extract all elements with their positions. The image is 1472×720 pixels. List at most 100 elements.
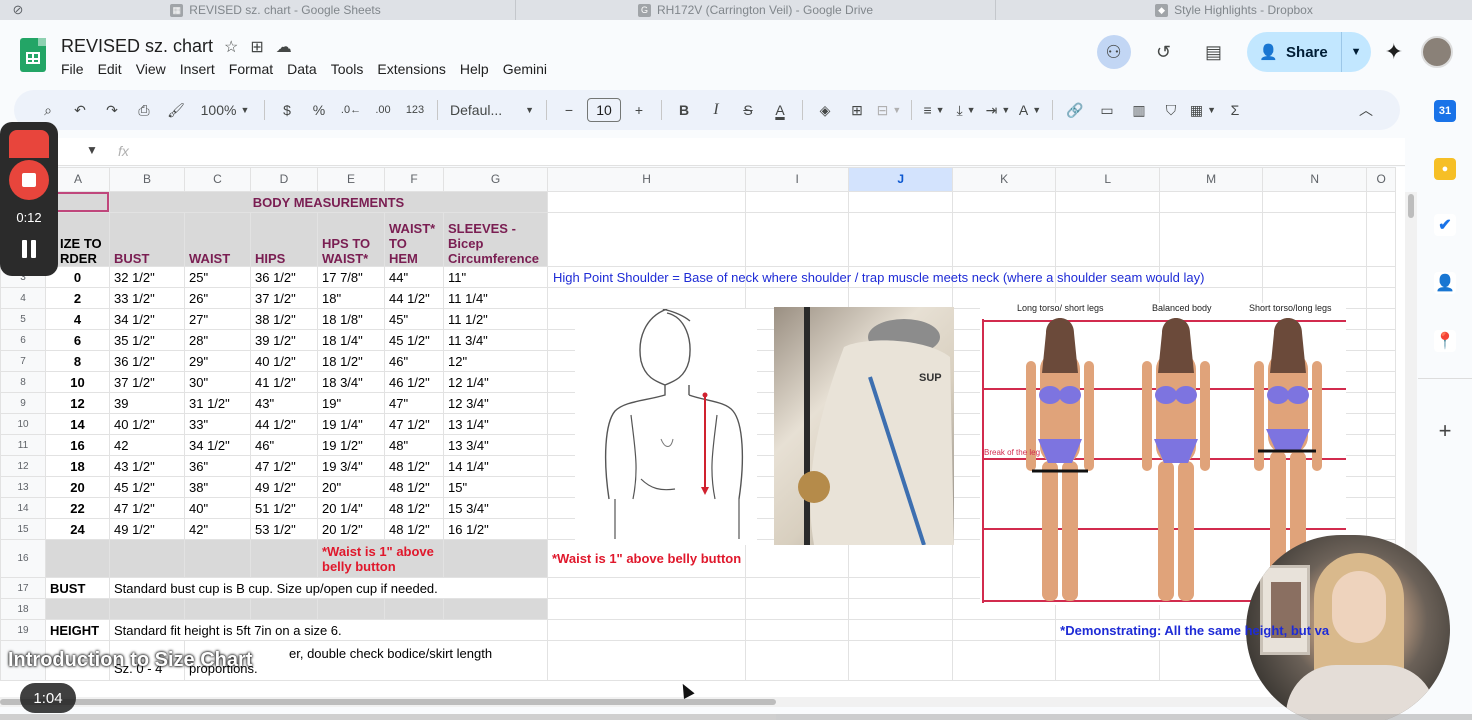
dress-form-photo[interactable]: SUP <box>774 307 954 546</box>
size-cell[interactable]: 2 <box>45 287 110 309</box>
cell[interactable] <box>546 287 747 309</box>
waist-cell[interactable]: 25" <box>184 266 251 288</box>
font-size-increase-icon[interactable]: + <box>623 90 655 130</box>
browser-tab-dropbox[interactable]: ◆ Style Highlights - Dropbox <box>996 0 1472 20</box>
cell[interactable] <box>1366 455 1397 477</box>
gemini-sparkle-icon[interactable]: ✦ <box>1385 39 1403 65</box>
decrease-decimal-button[interactable]: .0← <box>335 90 367 130</box>
height-label-cell[interactable]: HEIGHT <box>45 619 110 641</box>
waist-cell[interactable]: 34 1/2" <box>184 434 251 456</box>
borders-icon[interactable]: ⊞ <box>841 90 873 130</box>
column-header-e[interactable]: E <box>317 167 385 192</box>
bust-label-cell[interactable]: BUST <box>45 577 110 599</box>
column-header-l[interactable]: L <box>1055 167 1161 192</box>
text-color-icon[interactable]: A <box>764 90 796 130</box>
cell[interactable] <box>1262 266 1368 288</box>
hips-cell[interactable]: 47 1/2" <box>250 455 318 477</box>
bust-cell[interactable]: 39 <box>109 392 185 414</box>
cell[interactable] <box>546 619 747 641</box>
cell[interactable] <box>109 539 185 578</box>
cell[interactable] <box>952 640 1057 681</box>
hips-cell[interactable]: 49 1/2" <box>250 476 318 498</box>
cell[interactable] <box>109 598 185 620</box>
font-size-decrease-icon[interactable]: − <box>553 90 585 130</box>
star-icon[interactable]: ☆ <box>224 37 238 57</box>
column-header-k[interactable]: K <box>952 167 1057 192</box>
waist-cell[interactable]: 29" <box>184 350 251 372</box>
cell[interactable] <box>384 598 444 620</box>
menu-view[interactable]: View <box>136 61 166 77</box>
body-measurements-header[interactable]: BODY MEASUREMENTS <box>109 191 548 213</box>
horizontal-scroll-thumb[interactable] <box>0 699 776 705</box>
sheet-grid[interactable]: A B C D E F G H I J K L M N O BODY MEASU… <box>0 167 1405 697</box>
insert-link-icon[interactable]: 🔗 <box>1059 90 1091 130</box>
cell[interactable] <box>1055 212 1161 267</box>
horizontal-scrollbar[interactable] <box>0 697 1405 707</box>
hps-cell[interactable]: 18 1/2" <box>317 350 385 372</box>
cell[interactable] <box>1159 191 1264 213</box>
bust-cell[interactable]: 32 1/2" <box>109 266 185 288</box>
header-hps-to-waist[interactable]: HPS TO WAIST* <box>317 212 385 267</box>
cell[interactable] <box>1055 191 1161 213</box>
column-header-i[interactable]: I <box>745 167 850 192</box>
text-wrapping-icon[interactable]: ⇥ ▼ <box>982 90 1014 130</box>
hps-cell[interactable]: 18 1/8" <box>317 308 385 330</box>
menu-gemini[interactable]: Gemini <box>503 61 547 77</box>
cell[interactable] <box>250 539 318 578</box>
cell[interactable] <box>546 577 747 599</box>
cloud-status-icon[interactable]: ☁ <box>276 37 292 57</box>
hem-cell[interactable]: 44" <box>384 266 444 288</box>
more-formats-button[interactable]: 123 <box>399 90 431 130</box>
hps-cell[interactable]: 18" <box>317 287 385 309</box>
cell[interactable] <box>848 598 954 620</box>
hem-cell[interactable]: 47" <box>384 392 444 414</box>
hps-cell[interactable]: 20 1/4" <box>317 497 385 519</box>
menu-file[interactable]: File <box>61 61 84 77</box>
cell[interactable] <box>1366 371 1397 393</box>
cell[interactable] <box>745 598 850 620</box>
cell[interactable] <box>745 191 850 213</box>
contacts-icon[interactable]: 👤 <box>1434 272 1456 294</box>
cell[interactable] <box>1366 212 1397 267</box>
column-header-n[interactable]: N <box>1262 167 1368 192</box>
filter-icon[interactable]: ⛉ <box>1155 90 1187 130</box>
cell[interactable] <box>848 191 954 213</box>
sleeve-cell[interactable]: 13 1/4" <box>443 413 548 435</box>
cell[interactable] <box>250 598 318 620</box>
pause-icon[interactable] <box>21 240 37 258</box>
sleeve-cell[interactable]: 11 1/4" <box>443 287 548 309</box>
column-header-j[interactable]: J <box>848 167 954 192</box>
cell[interactable] <box>1366 497 1397 519</box>
cell[interactable] <box>546 191 747 213</box>
hips-cell[interactable]: 37 1/2" <box>250 287 318 309</box>
cell[interactable] <box>745 212 850 267</box>
demonstrating-note[interactable]: *Demonstrating: All the same height, but… <box>1055 619 1368 641</box>
hps-note[interactable]: High Point Shoulder = Base of neck where… <box>553 270 1204 285</box>
vertical-align-icon[interactable]: ⤓ ▼ <box>950 90 982 130</box>
size-cell[interactable]: 14 <box>45 413 110 435</box>
column-header-m[interactable]: M <box>1159 167 1264 192</box>
cell[interactable] <box>848 212 954 267</box>
sleeve-cell[interactable]: 11 1/2" <box>443 308 548 330</box>
hem-cell[interactable]: 45" <box>384 308 444 330</box>
cell[interactable] <box>1366 191 1397 213</box>
hips-cell[interactable]: 36 1/2" <box>250 266 318 288</box>
cell[interactable] <box>45 539 110 578</box>
menu-help[interactable]: Help <box>460 61 489 77</box>
version-history-icon[interactable]: ↺ <box>1147 35 1181 69</box>
percent-format-button[interactable]: % <box>303 90 335 130</box>
waist-note-cell[interactable]: *Waist is 1" above belly button <box>317 539 444 578</box>
insert-comment-icon[interactable]: ▭ <box>1091 90 1123 130</box>
column-header-c[interactable]: C <box>184 167 251 192</box>
size-cell[interactable]: 24 <box>45 518 110 540</box>
doc-title[interactable]: REVISED sz. chart <box>61 36 213 57</box>
print-icon[interactable]: ⎙ <box>128 90 160 130</box>
cell[interactable] <box>443 539 548 578</box>
calendar-icon[interactable]: 31 <box>1434 100 1456 122</box>
sleeve-cell[interactable]: 15 3/4" <box>443 497 548 519</box>
avatar[interactable] <box>1421 36 1453 68</box>
bust-note-cell[interactable]: Standard bust cup is B cup. Size up/open… <box>109 577 548 599</box>
cell[interactable] <box>952 191 1057 213</box>
sleeve-cell[interactable]: 15" <box>443 476 548 498</box>
cell[interactable] <box>1159 212 1264 267</box>
